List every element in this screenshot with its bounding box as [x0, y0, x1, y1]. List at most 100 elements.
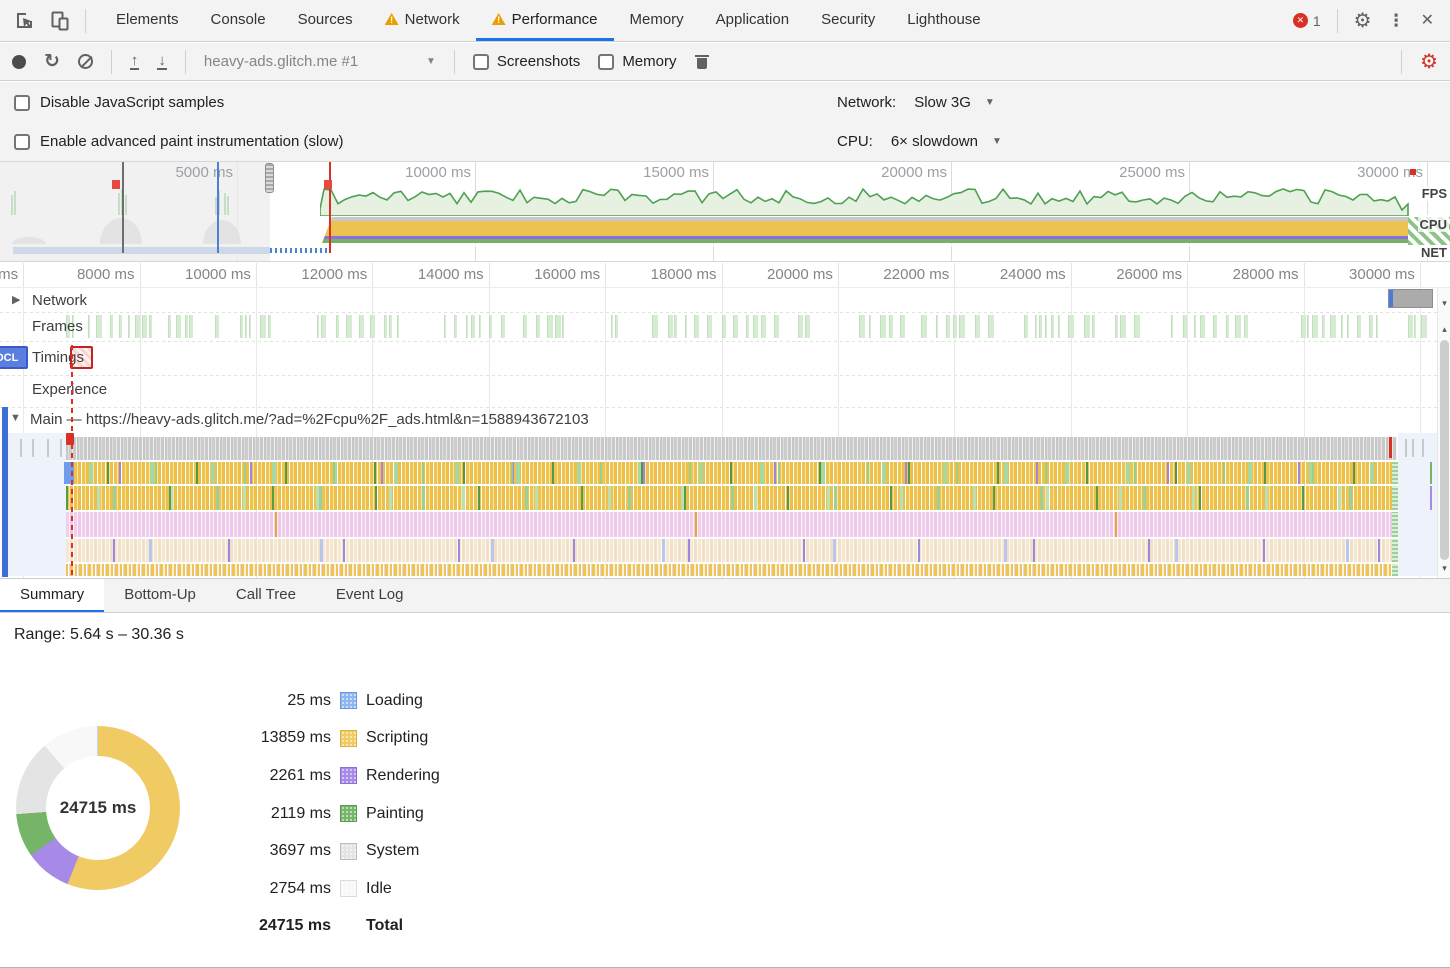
garbage-collect-icon[interactable]	[696, 54, 708, 69]
tab-sources[interactable]: Sources	[282, 0, 369, 41]
flame-row-rendering[interactable]	[66, 512, 1397, 537]
timeline-ruler[interactable]: 6000 ms8000 ms10000 ms12000 ms14000 ms16…	[0, 263, 1450, 288]
sparse-task-tick	[1405, 439, 1407, 457]
network-expand-icon[interactable]: ▶	[12, 293, 20, 306]
frame-tick	[674, 315, 677, 338]
close-devtools-icon[interactable]: ✕	[1421, 13, 1434, 29]
tab-elements[interactable]: Elements	[100, 0, 195, 41]
save-profile-icon[interactable]: ↓	[157, 54, 167, 70]
scrollbar-thumb[interactable]	[1440, 340, 1449, 560]
frame-tick	[707, 315, 712, 338]
scroll-down-icon[interactable]: ▾	[1438, 563, 1450, 574]
tabbar-separator	[85, 9, 86, 33]
flame-row-tasks[interactable]	[66, 437, 1397, 460]
tab-security[interactable]: Security	[805, 0, 891, 41]
timeline-overview[interactable]: 5000 ms10000 ms15000 ms20000 ms25000 ms3…	[0, 161, 1450, 262]
ruler-tick-label: 28000 ms	[1233, 266, 1304, 283]
frame-tick	[1244, 315, 1248, 338]
settings-gear-icon[interactable]: ⚙	[1354, 11, 1372, 31]
load-profile-icon[interactable]: ↑	[130, 54, 140, 70]
track-label-main[interactable]: Main — https://heavy-ads.glitch.me/?ad=%…	[30, 411, 589, 428]
history-selector[interactable]: heavy-ads.glitch.me #1 ▼	[204, 53, 436, 70]
tab-memory[interactable]: Memory	[614, 0, 700, 41]
record-button[interactable]	[12, 55, 26, 69]
inspect-element-icon[interactable]	[14, 10, 35, 31]
flame-row-scripting-2[interactable]	[66, 486, 1397, 510]
flame-row-micro[interactable]	[66, 564, 1397, 576]
frame-tick	[774, 315, 779, 338]
device-toolbar-icon[interactable]	[49, 10, 71, 32]
frames-track-bars[interactable]	[0, 315, 1437, 338]
scroll-down-icon[interactable]: ▾	[1438, 298, 1450, 309]
frame-tick	[189, 315, 193, 338]
network-throttle-select[interactable]: Slow 3G	[914, 94, 971, 111]
detail-tab-summary[interactable]: Summary	[0, 579, 104, 612]
track-label-experience[interactable]: Experience	[32, 381, 107, 398]
paint-instrumentation-checkbox[interactable]	[14, 134, 30, 150]
frame-tick	[547, 315, 553, 338]
frame-tick	[900, 315, 905, 338]
error-count-badge[interactable]: ✕ 1	[1293, 13, 1321, 29]
overview-net-pending	[270, 248, 328, 253]
detail-tab-bottom-up[interactable]: Bottom-Up	[104, 579, 216, 612]
flame-selection-edge[interactable]	[2, 407, 8, 577]
load-marker-badge[interactable]	[70, 346, 93, 369]
legend-label: Scripting	[366, 729, 428, 747]
scroll-up-icon[interactable]: ▴	[1438, 324, 1450, 335]
dcl-marker-badge[interactable]: DCL	[0, 346, 28, 369]
frame-tick	[1171, 315, 1173, 338]
network-request-bar[interactable]	[1388, 289, 1433, 308]
legend-swatch	[340, 767, 357, 784]
timeline-tracks[interactable]: ▶ Network Frames DCL Timings Experience …	[0, 288, 1450, 578]
frame-tick	[1068, 315, 1074, 338]
legend-row-idle: 2754 msIdle	[180, 870, 440, 908]
ruler-tick-label: 20000 ms	[767, 266, 838, 283]
detail-tab-call-tree[interactable]: Call Tree	[216, 579, 316, 612]
tab-network[interactable]: Network	[369, 0, 476, 41]
tracks-vertical-scrollbar[interactable]: ▾ ▴ ▾	[1437, 288, 1450, 578]
frame-tick	[746, 315, 749, 338]
overview-window-grabber[interactable]	[265, 163, 274, 193]
flame-row-nested[interactable]	[66, 539, 1397, 562]
tab-label: Sources	[298, 11, 353, 28]
toolbar-separator-3	[454, 50, 455, 74]
flame-row-scripting-1[interactable]	[66, 462, 1397, 484]
frame-tick	[1213, 315, 1217, 338]
frame-tick	[1035, 315, 1037, 338]
frame-tick	[444, 315, 446, 338]
frame-tick	[694, 315, 699, 338]
network-throttle-row: Network: Slow 3G ▼	[837, 94, 995, 111]
tab-performance[interactable]: Performance	[476, 0, 614, 41]
legend-value: 2119 ms	[180, 805, 331, 823]
reload-and-record-icon[interactable]: ↻	[44, 50, 60, 73]
main-collapse-icon[interactable]: ▼	[10, 412, 21, 424]
overview-load-line	[329, 162, 331, 253]
overview-lane-label-net: NET	[1419, 245, 1449, 260]
detail-tab-event-log[interactable]: Event Log	[316, 579, 424, 612]
screenshots-checkbox[interactable]	[473, 54, 489, 70]
ruler-tick	[954, 263, 955, 287]
load-marker-line	[1389, 437, 1392, 458]
kebab-menu-icon[interactable]: ⋮	[1388, 12, 1405, 29]
frame-tick	[1408, 315, 1413, 338]
cpu-throttle-select[interactable]: 6× slowdown	[891, 133, 978, 150]
tab-lighthouse[interactable]: Lighthouse	[891, 0, 996, 41]
capture-settings-gear-icon[interactable]: ⚙	[1420, 52, 1438, 72]
cpu-throttle-label: CPU:	[837, 133, 873, 150]
disable-js-checkbox[interactable]	[14, 95, 30, 111]
screenshots-checkbox-row: Screenshots	[473, 53, 580, 70]
ruler-tick	[1420, 263, 1421, 287]
frame-tick	[859, 315, 865, 338]
frame-tick	[722, 315, 726, 338]
overview-lane-label-cpu: CPU	[1418, 217, 1449, 232]
tab-application[interactable]: Application	[700, 0, 805, 41]
overview-time-label: 10000 ms	[405, 164, 475, 181]
ruler-tick-label: 14000 ms	[418, 266, 489, 283]
track-label-frames[interactable]: Frames	[32, 318, 83, 335]
memory-checkbox[interactable]	[598, 54, 614, 70]
tab-console[interactable]: Console	[195, 0, 282, 41]
clear-recording-icon[interactable]	[78, 54, 93, 69]
track-label-network[interactable]: Network	[32, 292, 87, 309]
legend-swatch	[340, 843, 357, 860]
frame-tick	[611, 315, 613, 338]
